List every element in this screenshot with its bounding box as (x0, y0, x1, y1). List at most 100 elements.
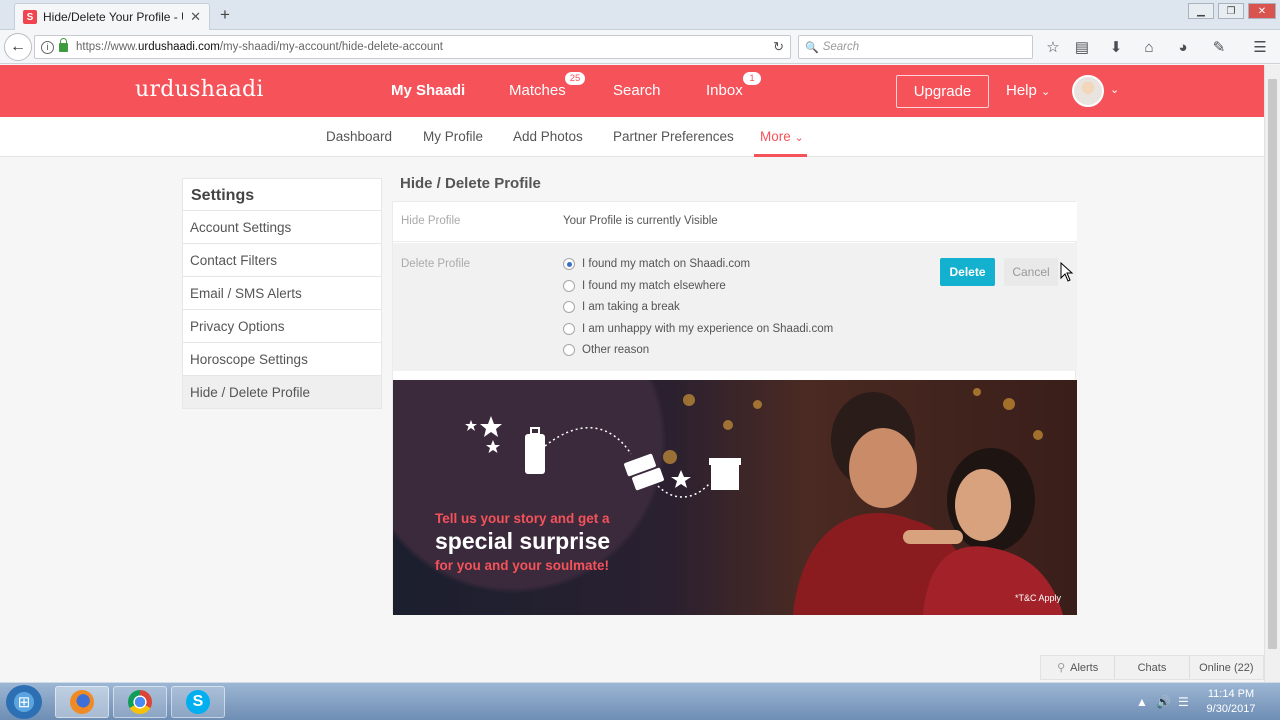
sub-navigation: Dashboard My Profile Add Photos Partner … (0, 117, 1264, 157)
os-taskbar: ⊞ S ▲ 🔊 ☰ 11:14 PM 9/30/2017 (0, 682, 1280, 720)
cancel-button[interactable]: Cancel (1004, 258, 1058, 286)
bookmark-star-icon[interactable]: ☆ (1043, 37, 1063, 57)
taskbar-firefox[interactable] (55, 686, 109, 718)
subnav-add-photos[interactable]: Add Photos (513, 129, 583, 144)
sidebar-item-email-sms-alerts[interactable]: Email / SMS Alerts (182, 277, 382, 310)
chrome-icon (128, 690, 152, 714)
avatar[interactable] (1072, 75, 1104, 107)
back-arrow-icon[interactable]: ← (4, 33, 32, 61)
settings-sidebar: Settings Account Settings Contact Filter… (182, 178, 382, 409)
subnav-my-profile[interactable]: My Profile (423, 129, 483, 144)
reason-option[interactable]: I found my match elsewhere (563, 280, 726, 292)
scrollbar-thumb[interactable] (1268, 79, 1277, 649)
bell-icon: ⚲ (1057, 662, 1066, 674)
sidebar-title: Settings (182, 178, 382, 211)
reason-label: I am taking a break (582, 301, 680, 313)
delete-profile-row: Delete Profile I found my match on Shaad… (393, 243, 1077, 371)
search-icon: 🔍 (805, 41, 819, 54)
browser-tab-active[interactable]: S Hide/Delete Your Profile - Ur ✕ (14, 3, 210, 30)
radio-button[interactable] (563, 301, 575, 313)
volume-icon[interactable]: 🔊 (1156, 695, 1171, 709)
browser-tab-strip: S Hide/Delete Your Profile - Ur ✕ + ▁ ❐ … (0, 0, 1280, 30)
skype-icon: S (186, 690, 210, 714)
sidebar-item-horoscope-settings[interactable]: Horoscope Settings (182, 343, 382, 376)
chats-button[interactable]: Chats (1115, 656, 1190, 679)
subnav-partner-preferences[interactable]: Partner Preferences (613, 129, 734, 144)
nav-matches[interactable]: Matches (509, 82, 566, 99)
sidebar-item-privacy-options[interactable]: Privacy Options (182, 310, 382, 343)
hide-profile-label[interactable]: Hide Profile (401, 215, 460, 227)
chevron-down-icon[interactable]: ⌄ (1110, 83, 1119, 96)
help-menu[interactable]: Help ⌄ (1006, 82, 1050, 99)
mouse-cursor-icon (1060, 262, 1074, 282)
tray-expand-icon[interactable]: ▲ (1136, 695, 1148, 709)
banner-subline: for you and your soulmate! (435, 558, 610, 573)
delete-button[interactable]: Delete (940, 258, 995, 286)
alerts-button[interactable]: ⚲ Alerts (1041, 656, 1116, 679)
banner-highlight: special surprise (435, 528, 611, 554)
hide-profile-row: Hide Profile Your Profile is currently V… (393, 202, 1077, 242)
windows-start-icon[interactable]: ⊞ (6, 685, 42, 719)
downloads-icon[interactable]: ⬇ (1106, 37, 1126, 57)
chevron-down-icon: ⌄ (1041, 86, 1051, 98)
reload-icon[interactable]: ↻ (773, 39, 784, 55)
lock-icon (59, 37, 68, 52)
tab-close-icon[interactable]: ✕ (190, 9, 201, 25)
terms-note: *T&C Apply (1014, 593, 1061, 603)
sidebar-item-contact-filters[interactable]: Contact Filters (182, 244, 382, 277)
reason-label: I am unhappy with my experience on Shaad… (582, 323, 834, 335)
search-placeholder: Search (822, 41, 860, 53)
address-bar[interactable]: i https://www.urdushaadi.com/my-shaadi/m… (34, 35, 791, 59)
subnav-dashboard[interactable]: Dashboard (326, 129, 392, 144)
nav-search[interactable]: Search (613, 82, 661, 99)
extension-icon[interactable]: ✎ (1209, 37, 1229, 57)
online-count-button[interactable]: Online (22) (1190, 656, 1263, 679)
browser-navigation-bar: ← i https://www.urdushaadi.com/my-shaadi… (0, 30, 1280, 64)
promo-banner[interactable]: Tell us your story and get a special sur… (393, 380, 1077, 615)
upgrade-button[interactable]: Upgrade (896, 75, 989, 108)
home-icon[interactable]: ⌂ (1139, 37, 1159, 57)
reason-option[interactable]: I am taking a break (563, 301, 680, 313)
couple-photo (793, 392, 1063, 615)
minimize-window-icon[interactable]: ▁ (1188, 3, 1214, 19)
site-favicon-icon: S (23, 10, 37, 24)
subnav-more[interactable]: More ⌄ (760, 129, 804, 144)
radio-button-checked[interactable] (563, 258, 575, 270)
taskbar-chrome[interactable] (113, 686, 167, 718)
pocket-icon[interactable]: ◕ (1173, 37, 1193, 57)
alerts-label: Alerts (1070, 661, 1099, 674)
nav-my-shaadi[interactable]: My Shaadi (391, 82, 465, 99)
delete-profile-label: Delete Profile (401, 258, 471, 270)
nav-inbox[interactable]: Inbox (706, 82, 743, 99)
new-tab-icon[interactable]: + (220, 5, 230, 25)
system-clock[interactable]: 11:14 PM 9/30/2017 (1196, 687, 1266, 717)
reading-list-icon[interactable]: ▤ (1072, 37, 1092, 57)
browser-search-input[interactable]: 🔍 Search (798, 35, 1033, 59)
page-scrollbar[interactable] (1264, 65, 1280, 682)
clock-date: 9/30/2017 (1206, 703, 1256, 715)
network-icon[interactable]: ☰ (1178, 695, 1189, 709)
site-header: urdushaadi My Shaadi Matches 25 Search I… (0, 65, 1264, 117)
site-logo[interactable]: urdushaadi (135, 77, 264, 102)
site-info-icon[interactable]: i (41, 40, 54, 54)
close-window-icon[interactable]: ✕ (1248, 3, 1276, 19)
journey-illustration (465, 416, 741, 498)
reason-option[interactable]: Other reason (563, 344, 649, 356)
menu-hamburger-icon[interactable]: ☰ (1250, 37, 1270, 57)
radio-button[interactable] (563, 323, 575, 335)
reason-option[interactable]: I am unhappy with my experience on Shaad… (563, 323, 833, 335)
url-text: https://www.urdushaadi.com/my-shaadi/my-… (76, 41, 443, 53)
radio-button[interactable] (563, 344, 575, 356)
bokeh-light (683, 394, 695, 406)
hide-delete-panel: Hide Profile Your Profile is currently V… (392, 201, 1077, 615)
reason-label: I found my match on Shaadi.com (582, 258, 751, 270)
taskbar-skype[interactable]: S (171, 686, 225, 718)
restore-window-icon[interactable]: ❐ (1218, 3, 1244, 19)
reason-label: I found my match elsewhere (582, 280, 726, 292)
sidebar-item-hide-delete-profile[interactable]: Hide / Delete Profile (182, 376, 382, 409)
reason-option[interactable]: I found my match on Shaadi.com (563, 258, 750, 270)
sidebar-item-account-settings[interactable]: Account Settings (182, 211, 382, 244)
profile-visibility-status: Your Profile is currently Visible (563, 215, 718, 227)
subnav-more-label: More (760, 129, 791, 144)
radio-button[interactable] (563, 280, 575, 292)
